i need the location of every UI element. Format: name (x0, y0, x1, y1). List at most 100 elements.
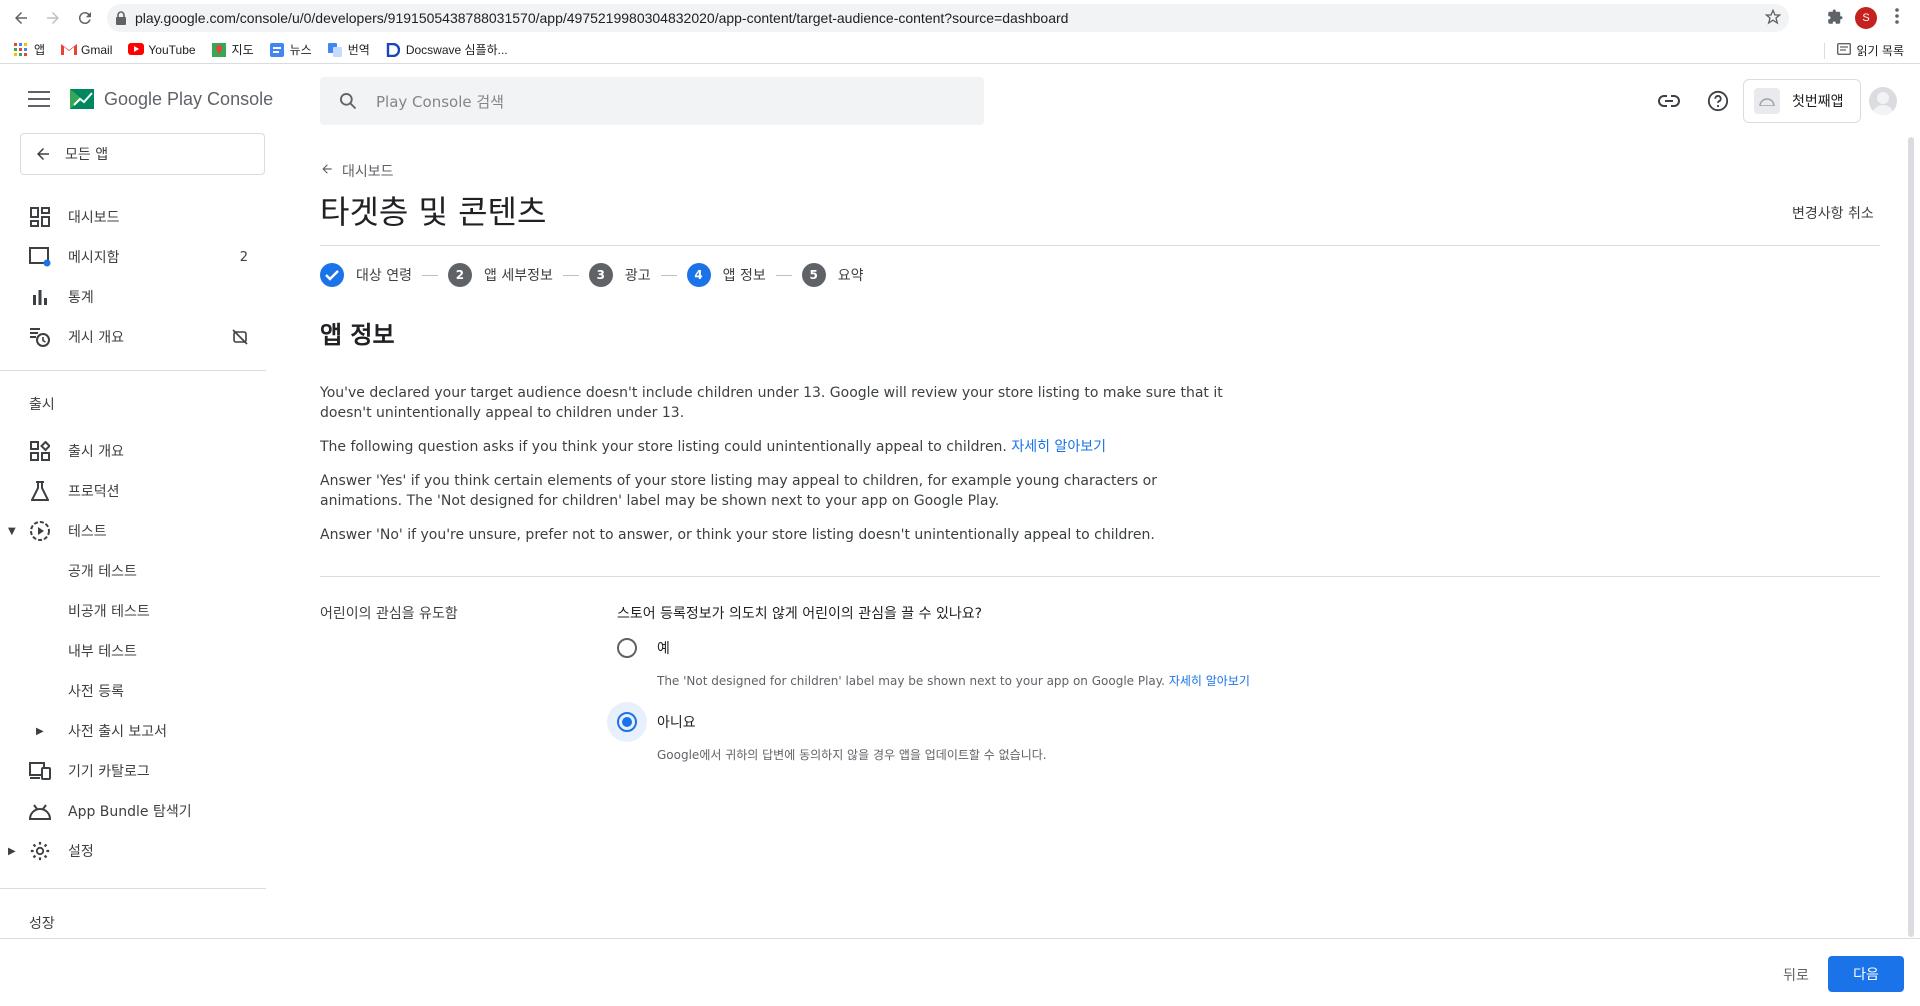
sidebar-item-pre-launch-report[interactable]: ▶ 사전 출시 보고서 (0, 711, 266, 751)
sidebar-item-pre-registration[interactable]: 사전 등록 (0, 671, 266, 711)
bookmark-maps[interactable]: 지도 (211, 41, 254, 58)
forward-arrow-icon[interactable] (38, 3, 68, 33)
yes-guidance: Answer 'Yes' if you think certain elemen… (320, 473, 1157, 509)
sidebar-section-growth: 성장 (29, 916, 55, 932)
section-heading: 앱 정보 (320, 321, 395, 349)
no-guidance: Answer 'No' if you're unsure, prefer not… (320, 527, 1155, 543)
play-console-logo[interactable]: Google Play Console (68, 85, 273, 113)
release-overview-icon (28, 439, 52, 463)
bookmark-news[interactable]: 뉴스 (269, 41, 312, 58)
dashboard-icon (28, 205, 52, 229)
sidebar-item-production[interactable]: 프로덕션 (0, 471, 266, 511)
step-summary[interactable]: 5 요약 (801, 263, 863, 287)
caret-down-icon[interactable]: ▼ (8, 526, 16, 537)
discard-changes-button[interactable]: 변경사항 취소 (1792, 203, 1874, 223)
caret-right-icon[interactable]: ▶ (8, 846, 16, 857)
sidebar-item-inbox[interactable]: 메시지함 2 (0, 237, 266, 277)
device-catalog-icon (28, 759, 52, 783)
sidebar-item-app-bundle-explorer[interactable]: App Bundle 탐색기 (0, 791, 266, 831)
bookmark-gmail[interactable]: Gmail (61, 43, 112, 57)
production-icon (28, 479, 52, 503)
browser-toolbar: play.google.com/console/u/0/developers/9… (0, 0, 1920, 36)
bookmark-star-icon[interactable] (1764, 8, 1782, 29)
sidebar-item-device-catalog[interactable]: 기기 카탈로그 (0, 751, 266, 791)
search-input[interactable]: Play Console 검색 (320, 77, 984, 125)
sidebar-item-internal-testing[interactable]: 내부 테스트 (0, 631, 266, 671)
link-icon[interactable] (1657, 89, 1681, 113)
option-no[interactable]: 아니요 Google에서 귀하의 답변에 동의하지 않을 경우 앱을 업데이트할… (607, 702, 1047, 763)
news-icon (269, 42, 284, 57)
back-arrow-icon (320, 162, 334, 180)
sidebar-item-testing[interactable]: ▼ 테스트 (0, 511, 266, 551)
app-bundle-icon (28, 799, 52, 823)
account-avatar[interactable] (1869, 87, 1897, 115)
bookmark-docswave[interactable]: Docswave 심플하... (386, 41, 508, 58)
sync-off-icon (232, 329, 248, 349)
app-header: Google Play Console Play Console 검색 첫번째앱 (0, 65, 1920, 137)
settings-gear-icon (28, 839, 52, 863)
reading-list-icon (1836, 42, 1851, 58)
hamburger-menu-icon[interactable] (28, 91, 50, 107)
help-icon[interactable] (1706, 89, 1730, 113)
step-app-info[interactable]: 4 앱 정보 (686, 263, 766, 287)
stepper: 대상 연령 2 앱 세부정보 3 광고 4 앱 정보 5 요약 (320, 263, 863, 287)
bookmark-apps[interactable]: 앱 (14, 41, 45, 58)
search-icon (320, 91, 376, 111)
sidebar-item-stats[interactable]: 통계 (0, 277, 266, 317)
sidebar-item-closed-testing[interactable]: 비공개 테스트 (0, 591, 266, 631)
sidebar-item-settings[interactable]: ▶ 설정 (0, 831, 266, 871)
url-text: play.google.com/console/u/0/developers/9… (135, 10, 1069, 26)
extensions-puzzle-icon[interactable] (1826, 8, 1844, 30)
learn-more-link[interactable]: 자세히 알아보기 (1011, 439, 1106, 455)
scrollbar[interactable] (1908, 137, 1914, 937)
stats-icon (28, 285, 52, 309)
lock-icon (107, 11, 135, 25)
inbox-icon (28, 245, 52, 269)
step-target-age[interactable]: 대상 연령 (320, 263, 412, 287)
bookmark-translate[interactable]: 번역 (327, 41, 370, 58)
publish-overview-icon (28, 325, 52, 349)
sidebar-item-dashboard[interactable]: 대시보드 (0, 197, 266, 237)
check-icon (320, 263, 344, 287)
learn-more-link[interactable]: 자세히 알아보기 (1169, 674, 1250, 688)
next-button[interactable]: 다음 (1828, 956, 1904, 992)
sidebar: 모든 앱 대시보드 메시지함 2 통계 게시 개요 출시 출시 개요 프로덕션 … (0, 133, 266, 938)
radio-no[interactable] (607, 702, 647, 742)
sidebar-item-release-overview[interactable]: 출시 개요 (0, 431, 266, 471)
gmail-icon (61, 43, 78, 57)
youtube-icon (128, 42, 145, 57)
back-to-dashboard-link[interactable]: 대시보드 (320, 161, 394, 181)
back-arrow-icon (21, 145, 65, 163)
translate-icon (327, 42, 342, 57)
browser-menu-icon[interactable] (1895, 8, 1899, 28)
caret-right-icon[interactable]: ▶ (36, 726, 44, 737)
question-explainer: The following question asks if you think… (320, 439, 1106, 455)
maps-icon (211, 42, 226, 57)
page-title: 타겟층 및 콘텐츠 (320, 193, 547, 231)
sidebar-section-release: 출시 (29, 397, 55, 413)
question-text: 스토어 등록정보가 의도치 않게 어린이의 관심을 끌 수 있나요? (617, 606, 983, 622)
footer-bar: 뒤로 다음 (0, 938, 1920, 1006)
android-icon (1754, 88, 1780, 114)
back-arrow-icon[interactable] (6, 3, 36, 33)
reading-list[interactable]: 읽기 목록 (1823, 42, 1904, 59)
testing-icon (28, 519, 52, 543)
reload-icon[interactable] (70, 3, 100, 33)
sidebar-item-open-testing[interactable]: 공개 테스트 (0, 551, 266, 591)
bookmarks-bar: 앱 Gmail YouTube 지도 뉴스 번역 Docswave 심플하...… (0, 36, 1920, 64)
sidebar-item-publishing-overview[interactable]: 게시 개요 (0, 317, 266, 357)
option-yes[interactable]: 예 The 'Not designed for children' label … (607, 628, 1250, 689)
back-button[interactable]: 뒤로 (1764, 957, 1828, 993)
app-selector[interactable]: 첫번째앱 (1743, 79, 1861, 123)
step-ads[interactable]: 3 광고 (588, 263, 651, 287)
address-bar[interactable]: play.google.com/console/u/0/developers/9… (107, 4, 1789, 32)
apps-grid-icon (14, 42, 28, 57)
docswave-icon (386, 42, 401, 57)
all-apps-button[interactable]: 모든 앱 (20, 133, 265, 175)
radio-yes[interactable] (607, 628, 647, 668)
play-console-logo-icon (68, 85, 96, 113)
profile-avatar[interactable]: S (1855, 7, 1877, 29)
bookmark-youtube[interactable]: YouTube (128, 42, 196, 57)
step-app-details[interactable]: 2 앱 세부정보 (447, 263, 553, 287)
intro-paragraph: You've declared your target audience doe… (320, 385, 1223, 421)
